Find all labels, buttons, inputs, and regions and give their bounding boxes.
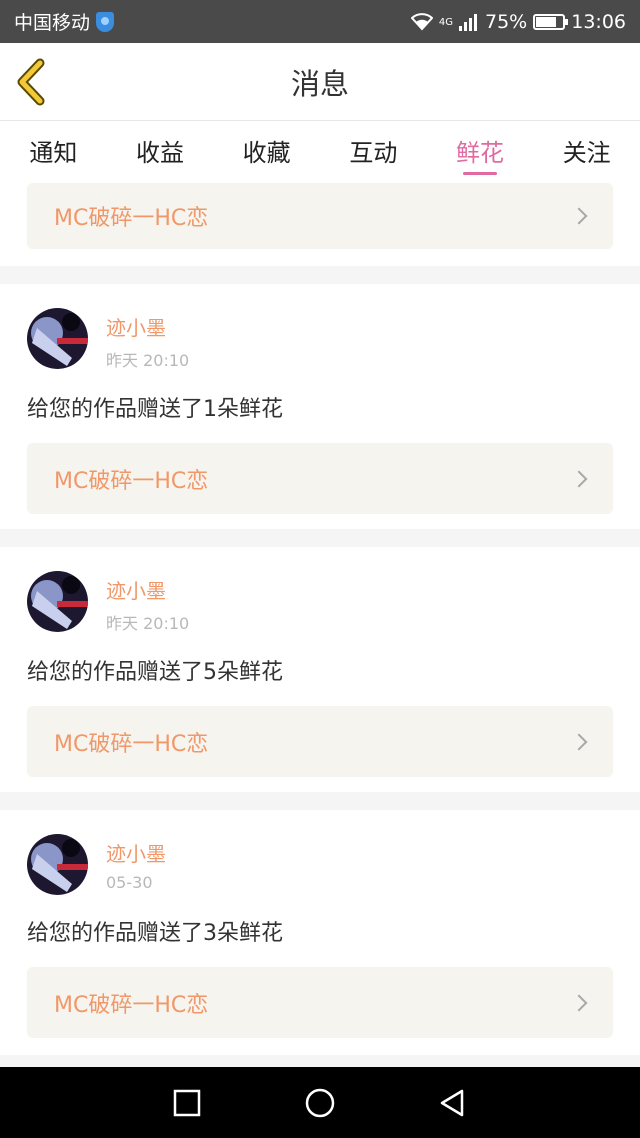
header: 消息 — [0, 43, 640, 121]
timestamp: 05-30 — [106, 873, 153, 892]
username[interactable]: 迹小墨 — [106, 312, 189, 341]
list-item: MC破碎一HC恋 — [0, 179, 640, 266]
list-item: 迹小墨 昨天 20:10 给您的作品赠送了5朵鲜花 MC破碎一HC恋 — [0, 547, 640, 792]
triangle-back-icon — [441, 1089, 464, 1116]
work-title: MC破碎一HC恋 — [54, 468, 209, 494]
work-title: MC破碎一HC恋 — [54, 731, 209, 757]
clock: 13:06 — [571, 10, 626, 33]
work-title: MC破碎一HC恋 — [54, 992, 209, 1018]
tab-follows[interactable]: 关注 — [533, 121, 640, 179]
page-title: 消息 — [290, 66, 349, 101]
message-list[interactable]: MC破碎一HC恋 迹小墨 昨天 20:10 给您的作品赠送了1朵鲜花 MC破碎一… — [0, 179, 640, 1067]
avatar[interactable] — [27, 308, 88, 369]
username[interactable]: 迹小墨 — [106, 838, 166, 867]
wifi-icon — [410, 12, 433, 30]
timestamp: 昨天 20:10 — [106, 614, 190, 633]
circle-icon — [305, 1088, 335, 1117]
work-link[interactable]: MC破碎一HC恋 — [27, 183, 613, 249]
username[interactable]: 迹小墨 — [106, 575, 189, 604]
chevron-right-icon — [570, 994, 588, 1011]
home-button[interactable] — [300, 1083, 340, 1123]
avatar[interactable] — [27, 571, 88, 632]
timestamp: 昨天 20:10 — [106, 351, 190, 370]
tab-notifications[interactable]: 通知 — [0, 121, 107, 179]
work-link[interactable]: MC破碎一HC恋 — [27, 967, 613, 1038]
tab-favorites[interactable]: 收藏 — [213, 121, 320, 179]
tab-interactions[interactable]: 互动 — [320, 121, 427, 179]
work-link[interactable]: MC破碎一HC恋 — [27, 443, 613, 514]
tab-earnings[interactable]: 收益 — [107, 121, 214, 179]
list-item: 迹小墨 05-30 给您的作品赠送了3朵鲜花 MC破碎一HC恋 — [0, 810, 640, 1055]
tab-flowers[interactable]: 鲜花 — [427, 121, 534, 179]
message-text: 给您的作品赠送了1朵鲜花 — [27, 397, 283, 422]
chevron-right-icon — [570, 733, 588, 750]
user-row: 迹小墨 05-30 — [27, 834, 613, 895]
status-bar: 中国移动 4G 75% 13:06 — [0, 0, 640, 43]
security-shield-icon — [96, 11, 115, 32]
tab-bar: 通知 收益 收藏 互动 鲜花 关注 — [0, 121, 640, 179]
signal-icon — [459, 13, 477, 31]
system-nav-bar — [0, 1067, 640, 1138]
message-text: 给您的作品赠送了3朵鲜花 — [27, 921, 283, 946]
battery-percent: 75% — [485, 10, 528, 33]
recents-button[interactable] — [167, 1083, 207, 1123]
carrier-name: 中国移动 — [14, 12, 91, 34]
work-title: MC破碎一HC恋 — [54, 206, 209, 231]
user-row: 迹小墨 昨天 20:10 — [27, 571, 613, 634]
chevron-right-icon — [570, 207, 588, 225]
user-row: 迹小墨 昨天 20:10 — [27, 308, 613, 371]
network-type: 4G — [438, 16, 453, 28]
avatar[interactable] — [27, 834, 88, 895]
chevron-right-icon — [570, 470, 588, 487]
list-item: 迹小墨 昨天 20:10 给您的作品赠送了1朵鲜花 MC破碎一HC恋 — [0, 284, 640, 529]
back-button[interactable] — [433, 1083, 473, 1123]
square-icon — [173, 1089, 200, 1116]
battery-fill — [536, 16, 556, 27]
work-link[interactable]: MC破碎一HC恋 — [27, 706, 613, 777]
battery-icon — [533, 13, 569, 30]
back-arrow-icon[interactable] — [14, 57, 58, 107]
message-text: 给您的作品赠送了5朵鲜花 — [27, 660, 283, 685]
